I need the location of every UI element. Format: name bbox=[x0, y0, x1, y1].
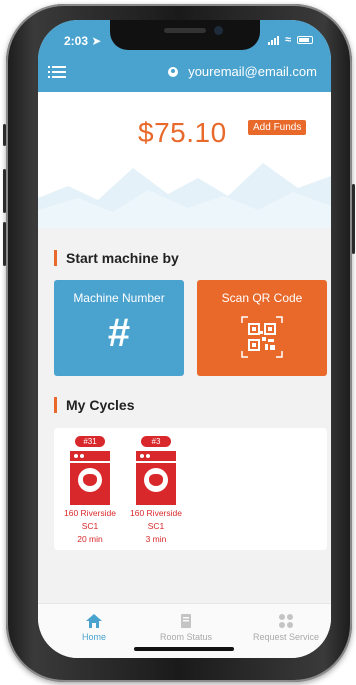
signal-icon bbox=[267, 35, 279, 45]
request-service-icon bbox=[248, 613, 324, 629]
home-icon bbox=[74, 613, 114, 629]
washer-icon bbox=[70, 451, 110, 505]
scan-qr-label: Scan QR Code bbox=[221, 291, 303, 305]
scan-qr-button[interactable]: Scan QR Code bbox=[197, 280, 327, 376]
tab-request-service-label: Request Service bbox=[252, 632, 320, 642]
notch bbox=[110, 20, 260, 50]
cycle-item[interactable]: #3 160 Riverside SC1 3 min bbox=[124, 436, 188, 544]
my-cycles-title: My Cycles bbox=[54, 397, 134, 413]
menu-icon[interactable] bbox=[48, 66, 66, 78]
cycle-location: 160 Riverside bbox=[64, 508, 116, 518]
tab-room-status-label: Room Status bbox=[159, 632, 213, 642]
status-time: 2:03 ➤ bbox=[64, 34, 101, 48]
tab-home[interactable]: Home bbox=[74, 613, 114, 642]
phone-screen: 2:03 ➤ ≈ youremail@email.com $75.10 Add … bbox=[38, 20, 331, 658]
tab-request-service[interactable]: Request Service bbox=[248, 613, 324, 642]
cycle-machine-badge: #3 bbox=[141, 436, 171, 447]
wifi-icon: ≈ bbox=[284, 34, 291, 46]
tab-room-status[interactable]: Room Status bbox=[156, 613, 216, 642]
add-funds-button[interactable]: Add Funds bbox=[248, 120, 307, 135]
mute-switch bbox=[3, 124, 6, 146]
camera bbox=[214, 26, 223, 35]
balance-card: $75.10 Add Funds bbox=[38, 92, 331, 228]
my-cycles-card: #31 160 Riverside SC1 20 min #3 160 Rive… bbox=[54, 428, 327, 550]
user-icon bbox=[168, 66, 179, 77]
user-account[interactable]: youremail@email.com bbox=[168, 64, 317, 79]
user-email: youremail@email.com bbox=[188, 64, 317, 79]
cycle-room: SC1 bbox=[81, 521, 99, 531]
cycle-item[interactable]: #31 160 Riverside SC1 20 min bbox=[58, 436, 122, 544]
machine-number-label: Machine Number bbox=[73, 291, 165, 305]
balance-wave-decoration bbox=[38, 163, 331, 228]
room-status-icon bbox=[156, 613, 216, 629]
speaker bbox=[164, 28, 206, 33]
cycle-location: 160 Riverside bbox=[130, 508, 182, 518]
cycle-time: 3 min bbox=[145, 534, 167, 544]
location-arrow-icon: ➤ bbox=[91, 34, 102, 48]
balance-amount: $75.10 bbox=[138, 117, 227, 148]
tab-home-label: Home bbox=[81, 632, 106, 642]
start-machine-title: Start machine by bbox=[54, 250, 179, 266]
cycle-time: 20 min bbox=[77, 534, 103, 544]
bottom-tab-bar: Home Room Status Request Service bbox=[38, 603, 331, 658]
status-icons: ≈ bbox=[267, 34, 313, 46]
status-time-text: 2:03 bbox=[64, 34, 89, 48]
home-indicator bbox=[134, 647, 234, 651]
volume-down-button bbox=[3, 222, 6, 266]
cycle-room: SC1 bbox=[147, 521, 165, 531]
cycle-machine-badge: #31 bbox=[75, 436, 105, 447]
washer-icon bbox=[136, 451, 176, 505]
machine-number-button[interactable]: Machine Number # bbox=[54, 280, 184, 376]
volume-up-button bbox=[3, 169, 6, 213]
power-button bbox=[352, 184, 355, 254]
qr-code-icon bbox=[240, 315, 284, 359]
hash-icon: # bbox=[107, 311, 131, 355]
battery-icon bbox=[297, 36, 313, 44]
